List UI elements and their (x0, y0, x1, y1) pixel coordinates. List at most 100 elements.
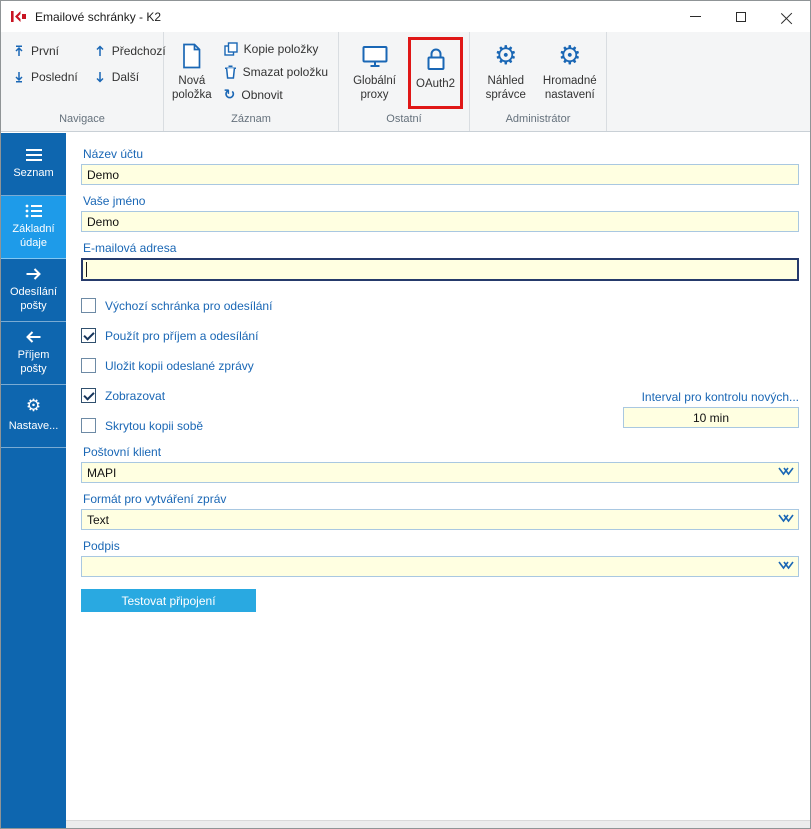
sidebar-item-zakladni-udaje[interactable]: Základní údaje (1, 196, 66, 259)
your-name-label: Vaše jméno (83, 194, 146, 208)
ribbon-group-label-ostatni: Ostatní (386, 113, 422, 125)
checkbox[interactable] (81, 358, 96, 373)
ribbon: První Poslední Předchozí Další Navigace … (1, 32, 810, 132)
refresh-label: Obnovit (241, 88, 283, 102)
sidebar-item-label: Seznam (13, 166, 54, 179)
first-label: První (31, 44, 60, 58)
checkbox[interactable] (81, 388, 96, 403)
oauth2-button[interactable]: OAuth2 (411, 40, 460, 92)
interval-input[interactable] (623, 407, 799, 428)
ribbon-spacer (607, 32, 810, 131)
delete-item-button[interactable]: Smazat položku (220, 63, 332, 81)
message-format-input[interactable] (81, 509, 799, 530)
refresh-button[interactable]: ↻ Obnovit (220, 86, 332, 104)
account-name-label: Název účtu (83, 147, 144, 161)
bulk-settings-label: Hromadné nastavení (542, 75, 597, 101)
account-name-input[interactable] (81, 164, 799, 185)
sidebar-item-label: Příjem pošty (17, 349, 50, 375)
main-form: Název účtu Vaše jméno E-mailová adresa V… (66, 133, 810, 820)
copy-icon (223, 42, 238, 56)
delete-item-label: Smazat položku (242, 65, 329, 79)
trash-icon (224, 65, 236, 79)
copy-item-label: Kopie položky (243, 42, 319, 56)
app-window: Emailové schránky - K2 První Poslední Př… (0, 0, 811, 829)
status-bar (66, 820, 810, 828)
sidebar-item-label: Základní údaje (12, 223, 55, 249)
checkbox-label: Skrytou kopii sobě (105, 418, 204, 433)
signature-label: Podpis (83, 539, 120, 553)
maximize-icon (736, 11, 746, 22)
text-caret (86, 262, 87, 277)
oauth2-highlight-box: OAuth2 (408, 37, 463, 109)
checkbox-row-save-copy[interactable]: Uložit kopii odeslané zprávy (81, 355, 799, 376)
checkbox[interactable] (81, 298, 96, 313)
email-address-input[interactable] (81, 258, 799, 281)
global-proxy-label: Globální proxy (353, 75, 396, 101)
arrow-up-icon (96, 45, 104, 56)
last-button[interactable]: Poslední (9, 68, 82, 86)
checkbox[interactable] (81, 328, 96, 343)
refresh-icon: ↻ (223, 87, 236, 103)
next-button[interactable]: Další (90, 68, 170, 86)
interval-label: Interval pro kontrolu nových... (641, 390, 799, 404)
ribbon-group-label-navigace: Navigace (59, 113, 105, 125)
test-connection-button[interactable]: Testovat připojení (81, 589, 256, 612)
maximize-button[interactable] (718, 1, 764, 32)
copy-item-button[interactable]: Kopie položky (220, 40, 332, 58)
new-item-button[interactable]: Nová položka (172, 37, 212, 110)
ribbon-group-zaznam: Nová položka Kopie položky Smazat položk… (164, 32, 339, 131)
dropdown-icon[interactable] (778, 513, 794, 524)
your-name-input[interactable] (81, 211, 799, 232)
first-button[interactable]: První (9, 42, 82, 60)
oauth2-label: OAuth2 (416, 78, 455, 90)
arrow-down-icon (96, 72, 104, 83)
signature-combo (81, 556, 799, 577)
ribbon-group-label-zaznam: Záznam (231, 113, 271, 125)
sidebar-item-label: Odesílání pošty (9, 286, 58, 312)
dropdown-icon[interactable] (778, 560, 794, 571)
mail-client-label: Poštovní klient (83, 445, 162, 459)
previous-label: Předchozí (111, 44, 166, 58)
minimize-icon (689, 16, 701, 17)
monitor-icon (362, 40, 388, 72)
arrow-left-icon (26, 331, 41, 344)
email-address-label: E-mailová adresa (83, 241, 177, 255)
checkbox[interactable] (81, 418, 96, 433)
last-label: Poslední (31, 70, 78, 84)
admin-preview-button[interactable]: ⚙ Náhled správce (478, 37, 534, 110)
dropdown-icon[interactable] (778, 466, 794, 477)
close-button[interactable] (764, 1, 810, 32)
bulk-settings-button[interactable]: ⚙ Hromadné nastavení (540, 37, 600, 110)
checkbox-label: Použít pro příjem a odesílání (105, 328, 259, 343)
sidebar-item-prijem-posty[interactable]: Příjem pošty (1, 322, 66, 385)
sidebar-item-nastaveni[interactable]: ⚙ Nastave... (1, 385, 66, 448)
signature-input[interactable] (81, 556, 799, 577)
ribbon-group-administrator: ⚙ Náhled správce ⚙ Hromadné nastavení Ad… (470, 32, 607, 131)
checkbox-row-default-outbox[interactable]: Výchozí schránka pro odesílání (81, 295, 799, 316)
ribbon-group-navigace: První Poslední Předchozí Další Navigace (1, 32, 166, 131)
sidebar-item-odesilani-posty[interactable]: Odesílání pošty (1, 259, 66, 322)
arrow-up-bar-icon (15, 45, 23, 56)
arrow-down-bar-icon (15, 72, 23, 83)
sidebar-item-label: Nastave... (8, 420, 59, 433)
close-icon (781, 11, 793, 23)
gear-icon: ⚙ (25, 396, 42, 417)
interval-field: Interval pro kontrolu nových... (623, 390, 799, 428)
checkbox-label: Uložit kopii odeslané zprávy (105, 358, 254, 373)
sidebar-item-seznam[interactable]: Seznam (1, 133, 66, 196)
lock-icon (426, 43, 446, 75)
window-title: Emailové schránky - K2 (35, 9, 162, 24)
global-proxy-button[interactable]: Globální proxy (347, 37, 402, 110)
list-icon (25, 148, 42, 161)
mail-client-input[interactable] (81, 462, 799, 483)
previous-button[interactable]: Předchozí (90, 42, 170, 60)
gear-icon: ⚙ (494, 41, 518, 71)
new-document-icon (181, 40, 202, 72)
minimize-button[interactable] (672, 1, 718, 32)
mail-client-combo (81, 462, 799, 483)
message-format-combo (81, 509, 799, 530)
arrow-right-icon (26, 268, 41, 281)
checkbox-row-use-send-receive[interactable]: Použít pro příjem a odesílání (81, 325, 799, 346)
window-controls (672, 1, 810, 32)
ribbon-group-ostatni: Globální proxy OAuth2 Ostatní (339, 32, 470, 131)
